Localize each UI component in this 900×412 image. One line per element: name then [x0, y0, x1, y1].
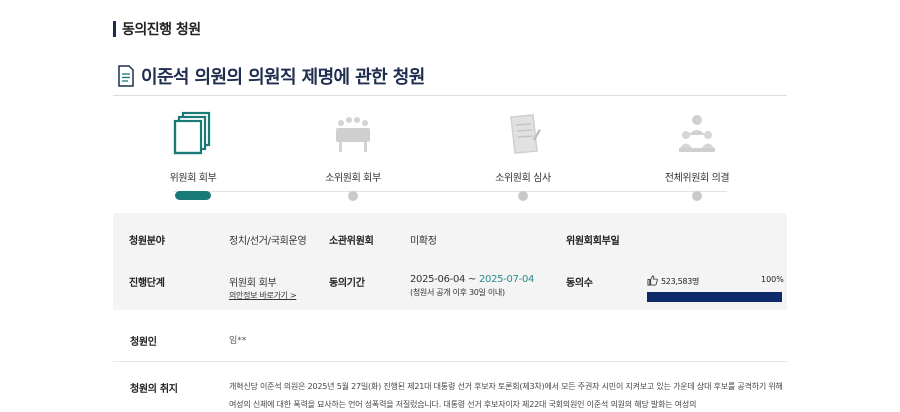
- step-indicator: [518, 191, 528, 201]
- petition-title: 이준석 의원의 의원직 제명에 관한 청원: [141, 67, 425, 88]
- period-note: (청원서 공개 이후 30일 이내): [410, 288, 505, 297]
- period-start: 2025-06-04 ~: [410, 274, 479, 285]
- committee-value: 미확정: [410, 236, 437, 247]
- section-header: 동의진행 청원: [113, 20, 201, 38]
- agree-progress-bar: [647, 292, 782, 302]
- committee-label: 소관위원회: [329, 236, 374, 247]
- document-stack-icon: [173, 111, 211, 155]
- petitioner-value: 임**: [229, 336, 247, 346]
- step-indicator-active: [175, 191, 211, 200]
- thumbs-up-icon: [647, 275, 658, 286]
- divider: [113, 95, 787, 96]
- referral-date-label: 위원회회부일: [566, 236, 620, 247]
- review-document-icon: [510, 114, 541, 154]
- section-header-bar: [113, 21, 116, 37]
- agree-count-label: 동의수: [566, 278, 593, 289]
- document-icon: [118, 65, 134, 87]
- step-indicator: [348, 191, 358, 201]
- step-indicator: [692, 191, 702, 201]
- petition-title-row: 이준석 의원의 의원직 제명에 관한 청원: [117, 63, 425, 89]
- field-label: 청원분야: [129, 236, 165, 247]
- row-divider: [113, 361, 787, 362]
- stage-cell: 위원회 회부 의안정보 바로가기 >: [229, 274, 297, 301]
- step-label: 소위원회 심사: [495, 173, 551, 184]
- step-full-committee-vote: 전체위원회 의결: [642, 105, 752, 201]
- agree-progress-fill: [647, 292, 782, 302]
- agree-count: 523,583명: [661, 277, 700, 286]
- bill-info-link[interactable]: 의안정보 바로가기 >: [229, 290, 297, 301]
- step-label: 전체위원회 의결: [664, 173, 730, 184]
- period-label: 동의기간: [329, 278, 365, 289]
- stage-label: 진행단계: [129, 278, 165, 289]
- meeting-table-icon: [336, 117, 370, 152]
- petitioner-label: 청원인: [130, 337, 157, 348]
- step-label: 위원회 회부: [169, 173, 217, 184]
- period-end: 2025-07-04: [478, 274, 535, 285]
- section-title: 동의진행 청원: [122, 22, 201, 38]
- committee-people-icon: [679, 115, 715, 152]
- step-committee-referral: 위원회 회부: [138, 105, 248, 200]
- stage-value: 위원회 회부: [229, 278, 277, 289]
- progress-steps: 위원회 회부 소위원회 회부 소위원회 심사 전체위원회 의결: [113, 105, 787, 205]
- step-subcommittee-referral: 소위원회 회부: [298, 105, 408, 201]
- period-cell: 2025-06-04 ~ 2025-07-04 (청원서 공개 이후 30일 이…: [410, 274, 534, 298]
- step-subcommittee-review: 소위원회 심사: [468, 105, 578, 201]
- field-value: 정치/선거/국회운영: [229, 236, 307, 247]
- step-label: 소위원회 회부: [325, 173, 381, 184]
- purpose-text: 개혁신당 이준석 의원은 2025년 5월 27일(화) 진행된 제21대 대통…: [229, 382, 783, 409]
- agree-count-cell: 523,583명: [647, 275, 699, 287]
- agree-percent: 100%: [761, 275, 784, 284]
- petition-info-box: 청원분야 정치/선거/국회운영 소관위원회 미확정 위원회회부일 진행단계 위원…: [113, 213, 787, 310]
- purpose-label: 청원의 취지: [130, 384, 178, 395]
